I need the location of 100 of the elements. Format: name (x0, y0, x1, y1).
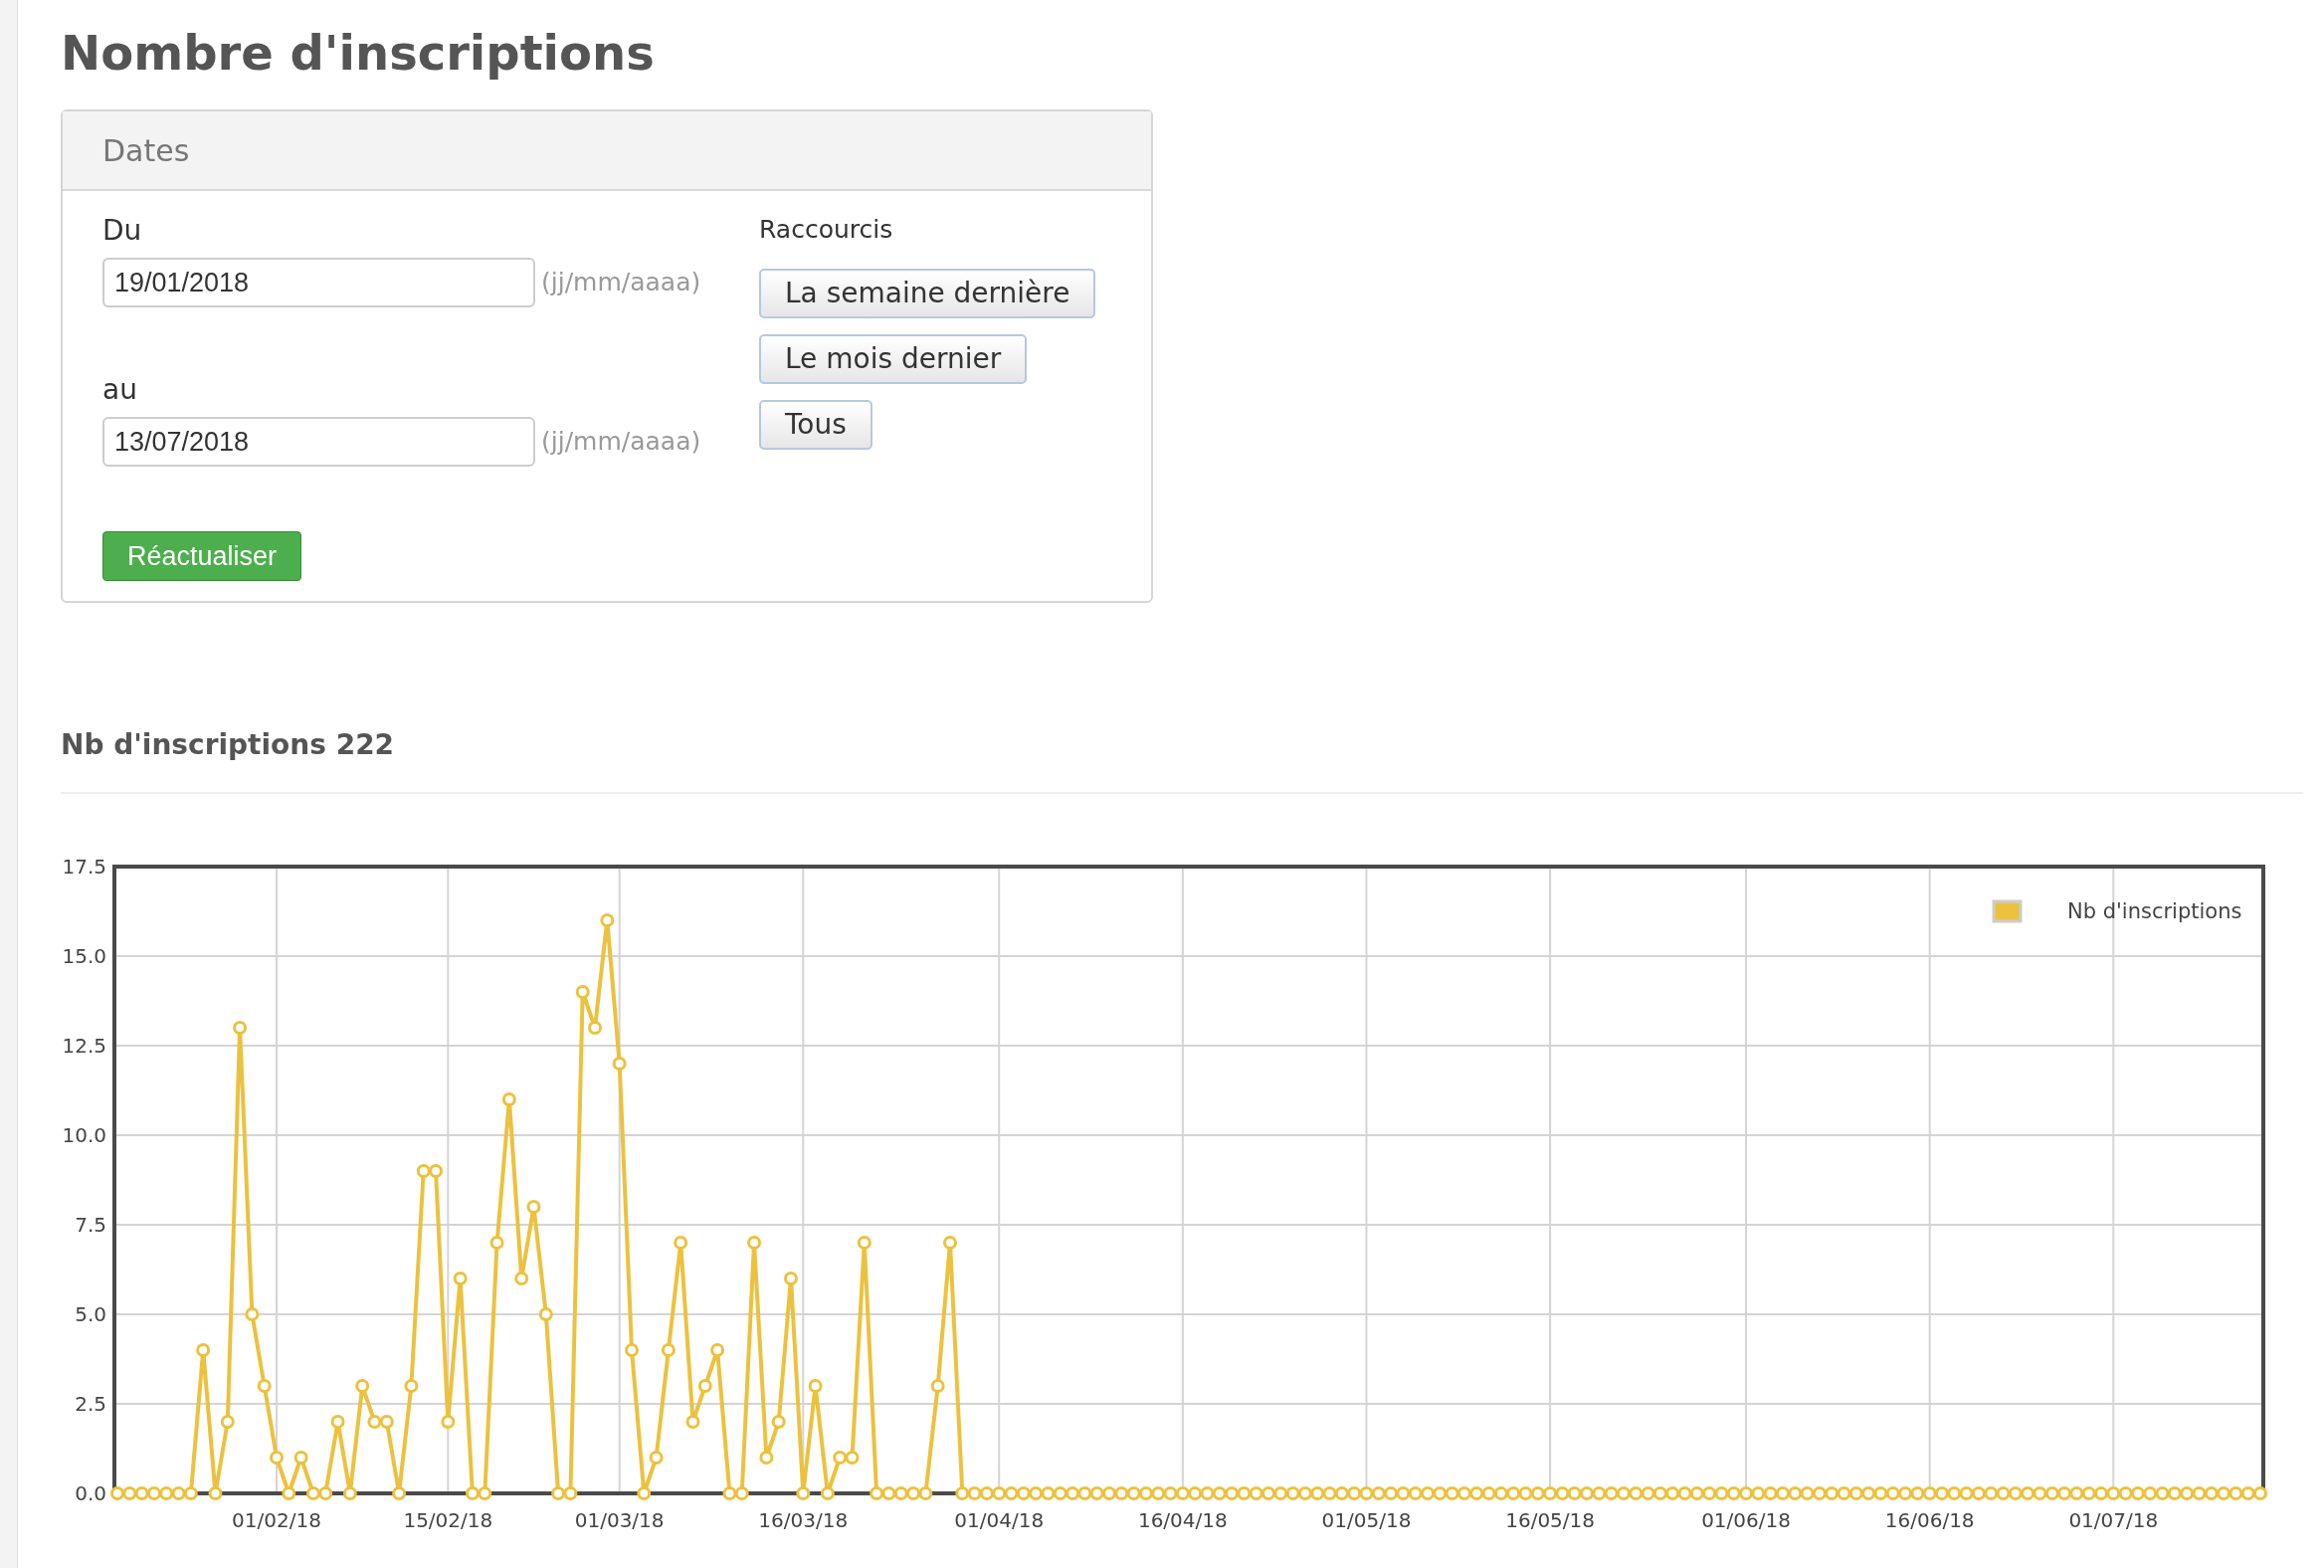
data-point (171, 1486, 186, 1500)
field-label: au (102, 372, 137, 408)
data-point (416, 1164, 431, 1178)
data-point (1175, 1486, 1190, 1500)
data-point (2081, 1486, 2096, 1500)
data-point (1641, 1486, 1655, 1500)
date-format-hint: (jj/mm/aaaa) (541, 267, 701, 299)
data-point (661, 1343, 676, 1357)
data-point (1004, 1486, 1019, 1500)
data-point (1580, 1486, 1595, 1500)
shortcut-button[interactable]: Tous (759, 399, 872, 450)
axis-label: 16/04/18 (1137, 1508, 1228, 1532)
data-point (1689, 1486, 1704, 1500)
data-point (538, 1307, 553, 1321)
data-point (465, 1486, 480, 1500)
data-point (404, 1379, 419, 1393)
data-point (257, 1379, 272, 1393)
data-point (943, 1236, 957, 1250)
data-point (233, 1021, 248, 1035)
data-point (1249, 1486, 1263, 1500)
data-point (1285, 1486, 1300, 1500)
data-point (2044, 1486, 2059, 1500)
data-point (563, 1486, 578, 1500)
data-point (429, 1164, 443, 1178)
date-input[interactable]: 19/01/2018 (102, 258, 535, 307)
data-point (1297, 1486, 1312, 1500)
data-point (1592, 1486, 1607, 1500)
data-point (2192, 1486, 2207, 1500)
data-point (857, 1236, 872, 1250)
data-point (1935, 1486, 1949, 1500)
data-point (588, 1021, 603, 1035)
data-point (1518, 1486, 1533, 1500)
data-point (575, 985, 590, 999)
data-point (918, 1486, 933, 1500)
data-point (220, 1415, 235, 1429)
data-point (1102, 1486, 1116, 1500)
data-point (1971, 1486, 1986, 1500)
data-point (722, 1486, 737, 1500)
data-point (649, 1451, 664, 1465)
data-point (685, 1415, 700, 1429)
data-point (1567, 1486, 1582, 1500)
data-point (1396, 1486, 1411, 1500)
data-point (1543, 1486, 1558, 1500)
axis-label: 16/06/18 (1884, 1508, 1975, 1532)
data-point (2204, 1486, 2219, 1500)
data-point (1041, 1486, 1056, 1500)
shortcut-button[interactable]: La semaine dernière (759, 268, 1096, 318)
data-point (612, 1057, 627, 1071)
data-point (893, 1486, 908, 1500)
data-point (881, 1486, 896, 1500)
data-point (134, 1486, 149, 1500)
data-point (392, 1486, 407, 1500)
data-point (1825, 1486, 1840, 1500)
data-point (710, 1343, 725, 1357)
data-point (453, 1272, 468, 1285)
data-point (183, 1486, 198, 1500)
data-point (1652, 1486, 1667, 1500)
data-point (2217, 1486, 2231, 1500)
data-point (2069, 1486, 2084, 1500)
data-point (1555, 1486, 1570, 1500)
data-point (1959, 1486, 1974, 1500)
data-point (122, 1486, 137, 1500)
data-point (674, 1236, 688, 1250)
data-point (1421, 1486, 1435, 1500)
data-point (1910, 1486, 1925, 1500)
data-point (1616, 1486, 1631, 1500)
data-point (1408, 1486, 1423, 1500)
data-point (734, 1486, 749, 1500)
data-point (293, 1451, 308, 1465)
data-point (1493, 1486, 1508, 1500)
data-point (1848, 1486, 1863, 1500)
data-point (2118, 1486, 2133, 1500)
data-point (1922, 1486, 1937, 1500)
data-point (1665, 1486, 1680, 1500)
data-point (1138, 1486, 1153, 1500)
data-point (318, 1486, 333, 1500)
data-point (1837, 1486, 1851, 1500)
data-point (196, 1343, 211, 1357)
data-point (783, 1272, 798, 1285)
data-point (624, 1343, 639, 1357)
data-point (1996, 1486, 2011, 1500)
data-point (1763, 1486, 1778, 1500)
data-point (870, 1486, 884, 1500)
data-point (1188, 1486, 1203, 1500)
data-point (208, 1486, 223, 1500)
data-point (1456, 1486, 1471, 1500)
chart-title: Nb d'inscriptions 222 (61, 727, 395, 763)
shortcut-button[interactable]: Le mois dernier (759, 333, 1028, 384)
date-format-hint: (jj/mm/aaaa) (541, 426, 701, 459)
axis-label: 2.5 (75, 1392, 106, 1416)
data-point (1677, 1486, 1692, 1500)
data-point (1445, 1486, 1459, 1500)
data-point (955, 1486, 970, 1500)
data-point (1739, 1486, 1754, 1500)
data-point (1433, 1486, 1448, 1500)
data-point (501, 1092, 516, 1106)
data-point (1126, 1486, 1141, 1500)
date-input[interactable]: 13/07/2018 (102, 417, 535, 467)
data-point (2253, 1486, 2267, 1500)
data-point (2008, 1486, 2023, 1500)
